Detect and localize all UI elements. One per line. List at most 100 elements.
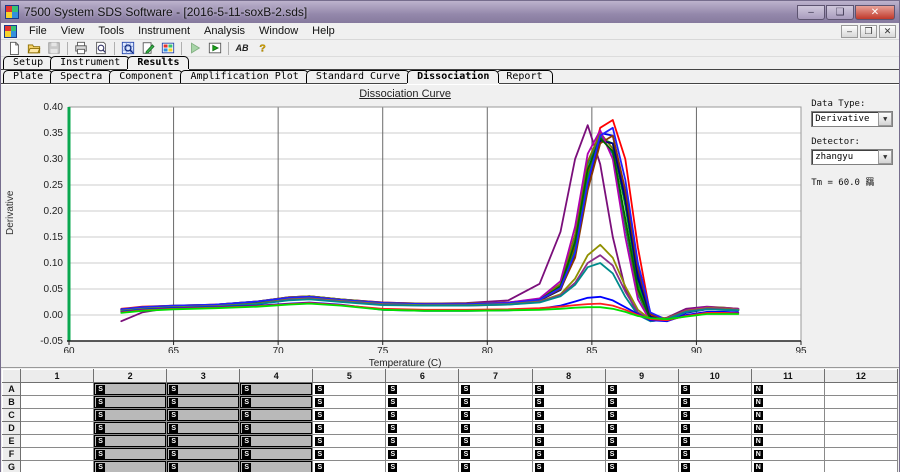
well-B1[interactable] [19,395,95,409]
edit-plate-icon[interactable] [138,40,158,56]
well-C1[interactable] [19,408,95,422]
well-A3[interactable]: S [166,382,241,396]
well-A11[interactable]: N [750,382,825,396]
well-B10[interactable]: S [677,395,752,409]
row-header-E[interactable]: E [2,434,21,448]
minimize-button[interactable]: – [797,4,825,20]
well-E11[interactable]: N [750,434,825,448]
well-E3[interactable]: S [166,434,241,448]
tab-amplification-plot[interactable]: Amplification Plot [180,70,309,83]
well-E5[interactable]: S [312,434,387,448]
data-type-select[interactable]: Derivative ▼ [811,111,894,127]
tab-component[interactable]: Component [109,70,184,83]
tab-plate[interactable]: Plate [3,70,54,83]
well-A4[interactable]: S [239,382,314,396]
well-G6[interactable]: S [385,460,460,472]
well-A10[interactable]: S [677,382,752,396]
run-monitor-icon[interactable] [205,40,225,56]
well-G4[interactable]: S [239,460,314,472]
well-B12[interactable] [823,395,899,409]
well-F11[interactable]: N [750,447,825,461]
well-F9[interactable]: S [604,447,679,461]
tab-report[interactable]: Report [496,70,553,83]
well-E4[interactable]: S [239,434,314,448]
well-B6[interactable]: S [385,395,460,409]
well-C11[interactable]: N [750,408,825,422]
close-button[interactable]: ✕ [855,4,895,20]
well-D4[interactable]: S [239,421,314,435]
mdi-minimize-button[interactable]: – [841,24,858,38]
well-B11[interactable]: N [750,395,825,409]
menu-window[interactable]: Window [252,24,305,38]
well-F6[interactable]: S [385,447,460,461]
new-document-icon[interactable] [4,40,24,56]
well-A12[interactable] [823,382,899,396]
well-B2[interactable]: S [93,395,168,409]
well-E2[interactable]: S [93,434,168,448]
chevron-down-icon[interactable]: ▼ [878,150,893,164]
well-C7[interactable]: S [458,408,533,422]
well-D7[interactable]: S [458,421,533,435]
well-C3[interactable]: S [166,408,241,422]
well-D6[interactable]: S [385,421,460,435]
print-icon[interactable] [71,40,91,56]
well-E9[interactable]: S [604,434,679,448]
well-A6[interactable]: S [385,382,460,396]
row-header-B[interactable]: B [2,395,21,409]
well-C9[interactable]: S [604,408,679,422]
menu-analysis[interactable]: Analysis [197,24,252,38]
well-G11[interactable]: N [750,460,825,472]
well-G8[interactable]: S [531,460,606,472]
well-C10[interactable]: S [677,408,752,422]
save-icon[interactable] [44,40,64,56]
well-G12[interactable] [823,460,899,472]
tab-dissociation[interactable]: Dissociation [407,70,500,83]
tab-standard-curve[interactable]: Standard Curve [305,70,411,83]
print-preview-icon[interactable] [91,40,111,56]
well-D10[interactable]: S [677,421,752,435]
row-header-C[interactable]: C [2,408,21,422]
menu-instrument[interactable]: Instrument [131,24,197,38]
well-F5[interactable]: S [312,447,387,461]
open-folder-icon[interactable] [24,40,44,56]
tab-results[interactable]: Results [127,56,190,69]
well-A1[interactable] [19,382,95,396]
well-D3[interactable]: S [166,421,241,435]
well-G3[interactable]: S [166,460,241,472]
well-E6[interactable]: S [385,434,460,448]
mdi-close-button[interactable]: ✕ [879,24,896,38]
well-C8[interactable]: S [531,408,606,422]
well-inspector-icon[interactable] [118,40,138,56]
help-key-icon[interactable]: ? [252,40,272,56]
well-A9[interactable]: S [604,382,679,396]
grid-view-icon[interactable] [158,40,178,56]
mdi-restore-button[interactable]: ❒ [860,24,877,38]
detector-select[interactable]: zhangyu ▼ [811,149,894,165]
row-header-F[interactable]: F [2,447,21,461]
tab-instrument[interactable]: Instrument [50,56,131,69]
run-icon[interactable] [185,40,205,56]
tab-setup[interactable]: Setup [3,56,54,69]
well-F12[interactable] [823,447,899,461]
well-C2[interactable]: S [93,408,168,422]
well-G1[interactable] [19,460,95,472]
well-D8[interactable]: S [531,421,606,435]
menu-view[interactable]: View [54,24,92,38]
well-D9[interactable]: S [604,421,679,435]
well-F10[interactable]: S [677,447,752,461]
maximize-button[interactable]: ❑ [826,4,854,20]
well-B4[interactable]: S [239,395,314,409]
menu-file[interactable]: File [22,24,54,38]
well-F7[interactable]: S [458,447,533,461]
well-F4[interactable]: S [239,447,314,461]
col-header-12[interactable]: 12 [823,369,899,383]
well-A5[interactable]: S [312,382,387,396]
well-D5[interactable]: S [312,421,387,435]
row-header-G[interactable]: G [2,460,21,472]
well-B9[interactable]: S [604,395,679,409]
well-C5[interactable]: S [312,408,387,422]
well-F2[interactable]: S [93,447,168,461]
well-G2[interactable]: S [93,460,168,472]
well-A7[interactable]: S [458,382,533,396]
well-C6[interactable]: S [385,408,460,422]
